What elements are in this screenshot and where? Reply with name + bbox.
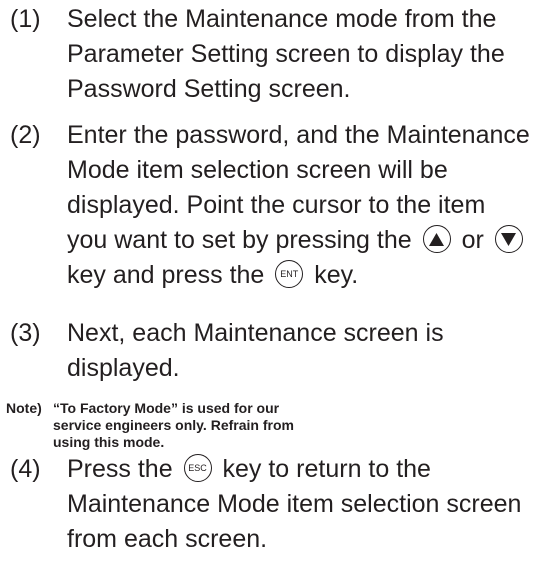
- step-text-fragment: Press the: [67, 455, 173, 483]
- step-text-line: Maintenance Mode item selection screen: [67, 490, 522, 518]
- step-text-line: Enter the password, and the Maintenance: [67, 121, 530, 149]
- step-text-line: Next, each Maintenance screen is: [67, 319, 444, 347]
- escape-key-label: ESC: [188, 462, 207, 473]
- step-text-line: Select the Maintenance mode from the: [67, 5, 497, 33]
- step-text-fragment: or: [461, 226, 484, 254]
- step-text-line-with-keys: key and press the ENT key.: [67, 258, 358, 292]
- note-text-line: “To Factory Mode” is used for our: [53, 400, 280, 416]
- enter-key-icon: ENT: [275, 260, 304, 289]
- note-text-line: service engineers only. Refrain from: [53, 417, 294, 433]
- step-number: (2): [10, 121, 41, 149]
- enter-key-label: ENT: [280, 268, 299, 279]
- note-text-line: using this mode.: [53, 434, 165, 450]
- step-text-line: displayed. Point the cursor to the item: [67, 191, 486, 219]
- step-number: (4): [10, 455, 41, 483]
- step-text-fragment: you want to set by pressing the: [67, 226, 412, 254]
- escape-key-icon: ESC: [183, 454, 212, 483]
- step-text-fragment: key and press the: [67, 261, 265, 289]
- up-arrow-key-icon: [422, 225, 451, 254]
- step-text-line: from each screen.: [67, 525, 268, 553]
- step-text-line-with-keys: you want to set by pressing the or: [67, 223, 527, 257]
- note-label: Note): [6, 400, 42, 416]
- step-text-line: Mode item selection screen will be: [67, 156, 448, 184]
- step-number: (3): [10, 319, 41, 347]
- step-text-line: Password Setting screen.: [67, 75, 351, 103]
- step-text-fragment: key to return to the: [222, 455, 431, 483]
- step-text-line-with-keys: Press the ESC key to return to the: [67, 452, 431, 486]
- step-text-fragment: key.: [314, 261, 359, 289]
- step-text-line: displayed.: [67, 354, 180, 382]
- step-text-line: Parameter Setting screen to display the: [67, 40, 505, 68]
- down-arrow-key-icon: [494, 225, 523, 254]
- step-number: (1): [10, 5, 41, 33]
